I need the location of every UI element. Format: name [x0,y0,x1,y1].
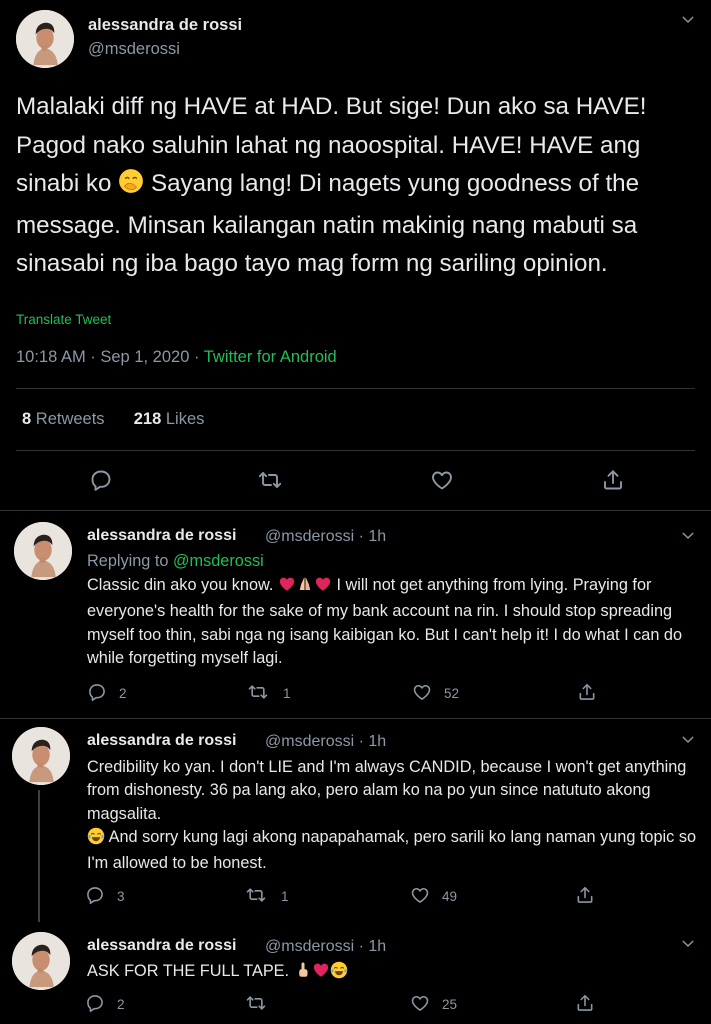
avatar[interactable] [12,932,70,990]
chevron-down-icon[interactable] [680,936,696,955]
chevron-down-icon[interactable] [680,528,696,547]
like-icon[interactable] [410,885,430,905]
tweet-timestamp[interactable]: 10:18 AM · Sep 1, 2020 · [16,348,199,366]
like-icon[interactable] [430,468,454,492]
author-meta: @msderossi · 1h [265,938,387,955]
like-count: 52 [444,686,460,701]
tweet-source[interactable]: Twitter for Android [204,348,337,366]
face-with-hand-over-mouth-icon [118,168,144,207]
retweet-icon[interactable] [246,993,266,1013]
reply-text-body: ASK FOR THE FULL TAPE. [87,962,290,980]
like-icon[interactable] [410,993,430,1013]
like-count: 49 [442,889,458,904]
retweets-label: Retweets [35,410,105,428]
reply-text-start: Classic din ako you know. [87,576,274,594]
author-name[interactable]: alessandra de rossi [87,527,236,545]
avatar[interactable] [14,522,72,580]
author-meta: @msderossi · 1h [265,528,387,545]
reply-text: Classic din ako you know. I will not get… [87,574,699,670]
section-divider [0,510,711,511]
divider [16,388,695,389]
likes-label: Likes [165,410,205,428]
face-with-tears-of-joy-icon [330,961,348,986]
tweet-text: Malalaki diff ng HAVE at HAD. But sige! … [16,88,696,284]
share-icon[interactable] [575,885,595,905]
reply-icon[interactable] [85,993,105,1013]
section-divider [0,718,711,719]
thread-line [38,790,40,922]
author-name[interactable]: alessandra de rossi [87,937,236,955]
avatar[interactable] [16,10,74,68]
author-meta: @msderossi · 1h [265,733,387,750]
retweet-count: 1 [283,686,291,701]
red-heart-icon [312,961,330,986]
divider [16,450,695,451]
face-with-tears-of-joy-icon [87,827,105,852]
author-handle[interactable]: @msderossi [88,40,180,59]
reply-icon[interactable] [89,468,113,492]
retweets-stat[interactable]: 8 Retweets [22,410,105,428]
reply-count: 2 [119,686,127,701]
reply-icon[interactable] [87,682,107,702]
likes-count: 218 [133,410,162,428]
replying-to: Replying to @msderossi [87,552,264,571]
red-heart-icon [314,575,332,600]
like-icon[interactable] [412,682,432,702]
like-count: 25 [442,997,458,1012]
reply-text-line1: Credibility ko yan. I don't LIE and I'm … [87,758,687,823]
likes-stat[interactable]: 218 Likes [134,410,205,428]
avatar[interactable] [12,727,70,785]
retweet-icon[interactable] [258,468,282,492]
tweet-meta: 10:18 AM · Sep 1, 2020 · Twitter for And… [16,348,337,367]
author-name[interactable]: alessandra de rossi [88,16,242,35]
replying-to-label: Replying to [87,552,169,570]
chevron-down-icon[interactable] [680,732,696,751]
chevron-down-icon[interactable] [680,12,696,31]
share-icon[interactable] [577,682,597,702]
reply-text-line2: And sorry kung lagi akong napapahamak, p… [87,827,697,873]
author-name[interactable]: alessandra de rossi [87,732,236,750]
retweet-icon[interactable] [248,682,268,702]
retweet-icon[interactable] [246,885,266,905]
translate-tweet-link[interactable]: Translate Tweet [16,312,111,327]
reply-count: 3 [117,889,125,904]
retweets-count: 8 [22,410,32,428]
folded-hands-icon [296,575,314,600]
share-icon[interactable] [601,468,625,492]
reply-icon[interactable] [85,885,105,905]
tweet-stats: 8 Retweets 218 Likes [22,410,204,429]
retweet-count: 1 [281,889,289,904]
index-pointing-up-icon [294,961,312,986]
replying-to-handle[interactable]: @msderossi [173,552,264,570]
reply-text: Credibility ko yan. I don't LIE and I'm … [87,756,699,875]
reply-count: 2 [117,997,125,1012]
reply-text: ASK FOR THE FULL TAPE. [87,960,699,986]
red-heart-icon [278,575,296,600]
share-icon[interactable] [575,993,595,1013]
